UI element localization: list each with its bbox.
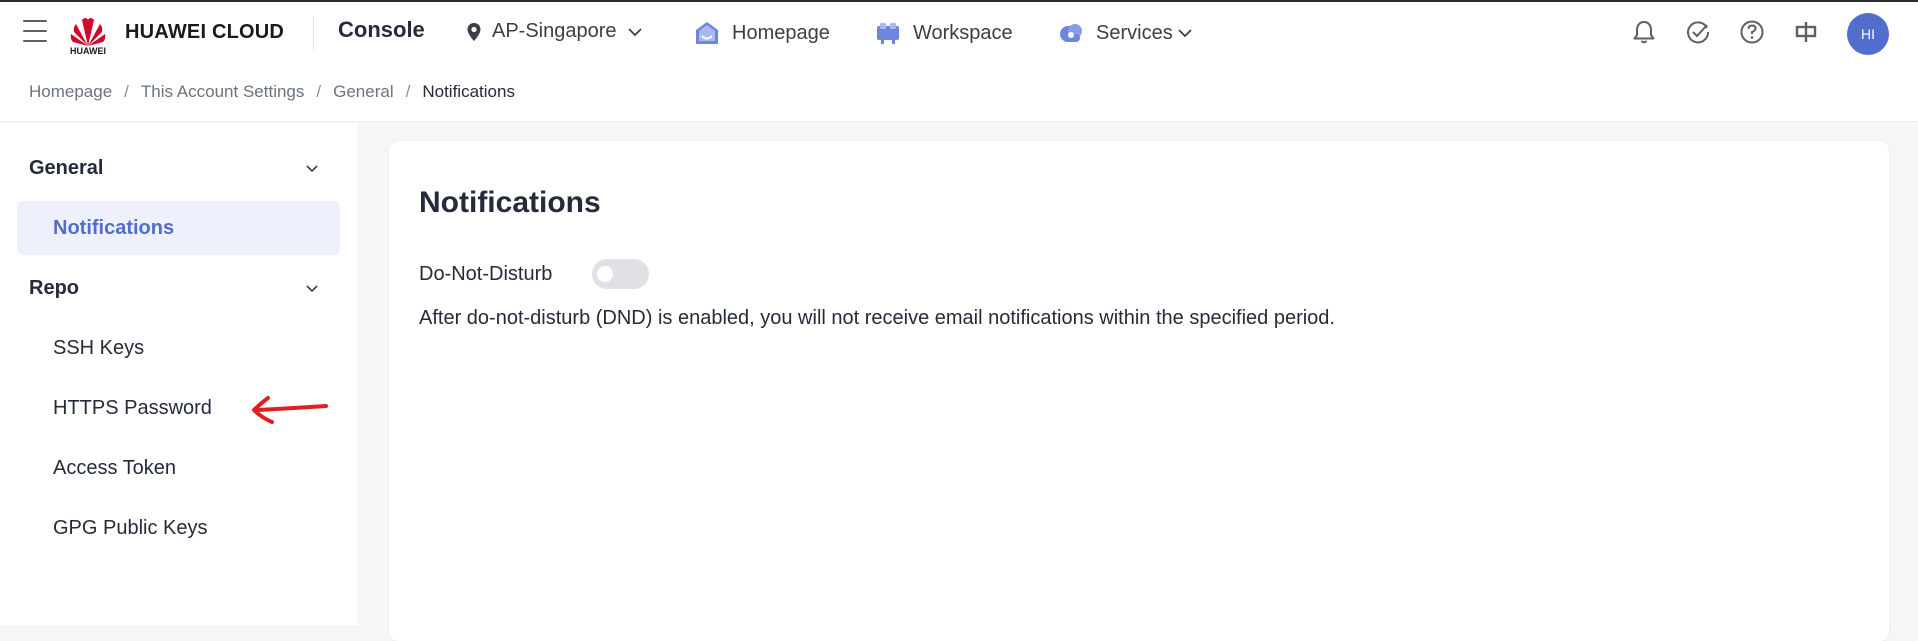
toggle-knob [597,266,613,282]
header-divider [313,16,314,50]
huawei-cloud-logo[interactable]: HUAWEI CLOUD HUAWEI [68,10,290,56]
top-navigation-bar: HUAWEI CLOUD HUAWEI Console AP-Singapore… [0,0,1918,62]
sidebar-item-ssh-keys[interactable]: SSH Keys [17,321,340,375]
breadcrumb-separator: / [405,81,411,101]
chevron-down-icon [306,165,318,173]
language-icon[interactable] [1792,18,1820,46]
sidebar-group-label: General [29,156,104,179]
sidebar-item-access-token[interactable]: Access Token [17,441,340,495]
brand-name: HUAWEI CLOUD [125,21,285,43]
dnd-label: Do-Not-Disturb [419,263,553,285]
dnd-description: After do-not-disturb (DND) is enabled, y… [419,307,1335,329]
workspace-link[interactable]: Workspace [875,20,1013,46]
notifications-panel: Notifications Do-Not-Disturb After do-no… [389,141,1889,641]
breadcrumb-separator: / [124,81,129,101]
menu-icon[interactable] [22,20,48,42]
annotation-arrow-icon [252,396,328,424]
dnd-toggle[interactable] [592,259,649,289]
console-link[interactable]: Console [338,17,425,43]
chevron-down-icon [627,27,642,36]
breadcrumb-general[interactable]: General [333,82,393,102]
workspace-label: Workspace [913,21,1013,44]
avatar[interactable]: HI [1847,13,1889,55]
region-selector[interactable]: AP-Singapore [466,20,643,43]
cloud-icon [1060,24,1082,42]
home-icon [696,22,718,44]
breadcrumb-account-settings[interactable]: This Account Settings [141,82,304,102]
sidebar-item-notifications[interactable]: Notifications [17,201,340,255]
sidebar-group-general[interactable]: General [0,140,358,196]
chevron-down-icon [306,285,318,293]
sidebar-group-repo[interactable]: Repo [0,260,358,316]
breadcrumb: Homepage / This Account Settings / Gener… [0,62,1918,122]
breadcrumb-notifications: Notifications [422,81,515,101]
page-title: Notifications [419,186,601,219]
sidebar-group-label: Repo [29,276,79,299]
services-label: Services [1096,21,1173,44]
help-icon[interactable] [1738,18,1766,46]
workspace-icon [877,23,899,44]
sidebar-item-gpg-public-keys[interactable]: GPG Public Keys [17,501,340,555]
bell-icon[interactable] [1630,18,1658,46]
location-pin-icon [467,22,481,41]
homepage-label: Homepage [732,21,830,44]
brand-subtitle: HUAWEI [70,46,106,56]
homepage-link[interactable]: Homepage [694,20,830,46]
chevron-down-icon [1178,29,1192,38]
breadcrumb-homepage[interactable]: Homepage [29,82,112,102]
breadcrumb-separator: / [316,81,322,101]
services-menu[interactable]: Services [1058,20,1193,46]
region-label: AP-Singapore [492,20,617,42]
check-circle-icon[interactable] [1684,18,1712,46]
sidebar: General Notifications Repo SSH Keys HTTP… [0,123,358,625]
huawei-flower-icon [70,18,106,46]
